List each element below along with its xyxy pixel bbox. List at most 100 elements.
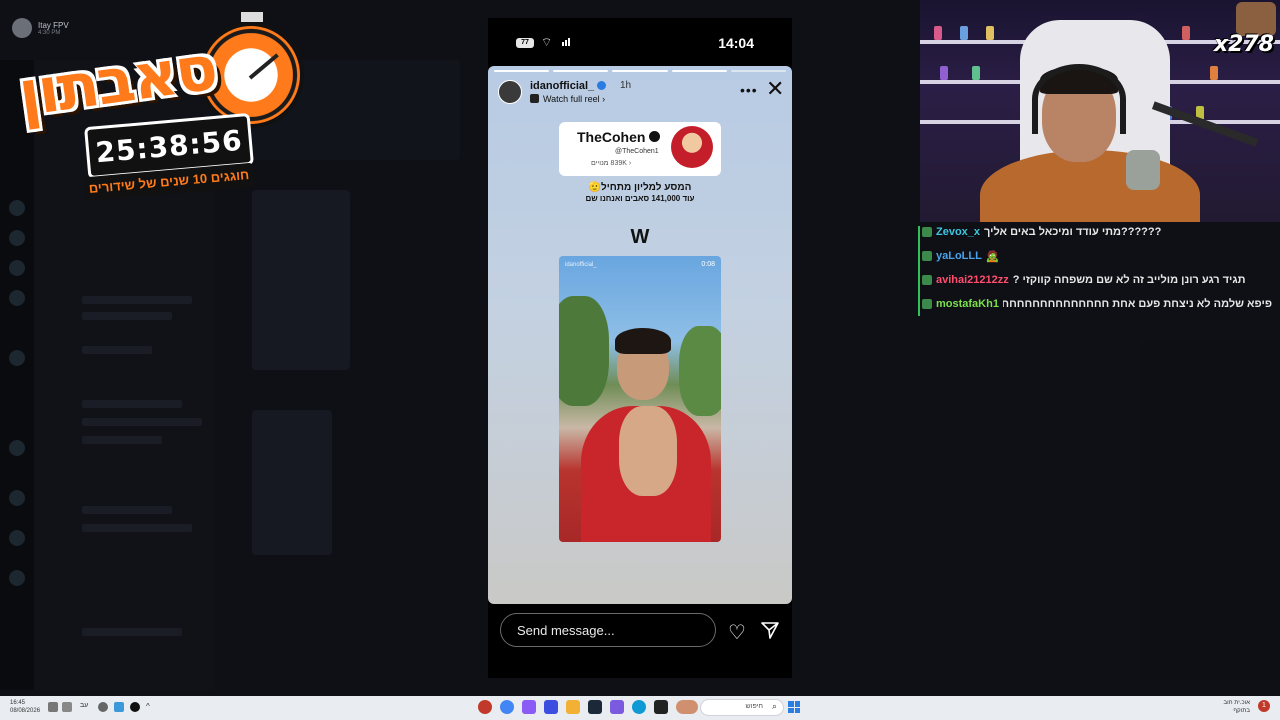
sub-counter: x278: [1213, 32, 1274, 57]
chat-username[interactable]: avihai21212zz: [936, 274, 1009, 286]
channel-name: TheCohen: [577, 129, 646, 145]
channel-item[interactable]: [82, 346, 152, 354]
chat-message: avihai21212zz תגיד רגע רונן מולייב זה לא…: [922, 270, 1272, 290]
chat-username[interactable]: Zevox_x: [936, 226, 980, 238]
taskbar-clock[interactable]: 16:45 08/08/2026: [10, 699, 40, 715]
verified-icon: [597, 81, 607, 90]
channel-item[interactable]: [82, 296, 192, 304]
server-icon[interactable]: [9, 230, 25, 246]
member-list: [1140, 340, 1280, 680]
signal-icon: [562, 38, 570, 46]
search-placeholder: חיפוש: [745, 703, 763, 710]
notification-badge[interactable]: 1: [1258, 700, 1270, 712]
chat-text: תגיד רגע רונן מולייב זה לא שם משפחה קווק…: [1012, 274, 1246, 286]
subscriber-count: ‹ 839K מנויים: [591, 160, 632, 167]
notification-text[interactable]: אוכ.ית חוב בתוקף: [1224, 699, 1251, 715]
story-caption-line1: המסע למליון מתחיל🫡: [588, 182, 692, 193]
edge-icon[interactable]: [632, 700, 646, 714]
app-icon[interactable]: [676, 700, 698, 714]
story-time: 1h: [620, 80, 632, 91]
watch-reel-link[interactable]: Watch full reel ›: [530, 94, 605, 104]
chat-username[interactable]: mostafaKh1: [936, 298, 999, 310]
heart-icon[interactable]: ♡: [728, 620, 746, 645]
server-icon[interactable]: [9, 530, 25, 546]
subathon-timer: 25:38:56: [94, 123, 244, 169]
chat-message: Zevox_x ??????מתי עודד ומיכאל באים אליך: [922, 222, 1272, 242]
app-icon[interactable]: [522, 700, 536, 714]
chevron-up-icon[interactable]: ^: [146, 702, 156, 712]
more-options-icon[interactable]: •••: [740, 82, 758, 98]
story-header: idanofficial_ 1h Watch full reel › ••• ✕: [498, 76, 786, 108]
chat-badge-icon: [922, 299, 932, 309]
reel-tree: [679, 326, 721, 416]
channel-avatar: [671, 126, 713, 168]
channel-item[interactable]: [82, 506, 172, 514]
app-icon[interactable]: [610, 700, 624, 714]
reel-duration: 0:08: [701, 261, 715, 268]
webcam-feed: x278: [920, 0, 1280, 222]
status-bar: 77 ⌔ 14:04: [488, 18, 792, 66]
phone-screen: 77 ⌔ 14:04 idanofficial_ 1h Watch full r…: [488, 18, 792, 678]
server-icon[interactable]: [9, 490, 25, 506]
youtube-channel-card[interactable]: TheCohen @TheCohen1 ‹ 839K מנויים: [559, 122, 721, 176]
stream-chat: Zevox_x ??????מתי עודד ומיכאל באים אליך …: [918, 224, 1280, 316]
chrome-icon[interactable]: [500, 700, 514, 714]
tray-icon[interactable]: [130, 702, 140, 712]
chat-message: yaLoLLL 🧟: [922, 246, 1272, 266]
app-icon[interactable]: [544, 700, 558, 714]
taskbar-search[interactable]: חיפוש ⌕: [700, 699, 784, 716]
verified-icon: [649, 131, 661, 142]
server-icon[interactable]: [9, 260, 25, 276]
send-message-input[interactable]: [501, 614, 715, 646]
microphone-icon: [1126, 150, 1160, 190]
app-icon[interactable]: [478, 700, 492, 714]
battery-icon: 77: [516, 38, 534, 48]
message-bar: [500, 613, 716, 647]
story-username[interactable]: idanofficial_: [530, 80, 594, 92]
app-icon[interactable]: [654, 700, 668, 714]
channel-item[interactable]: [82, 628, 182, 636]
story-avatar[interactable]: [498, 80, 522, 104]
wifi-icon: ⌔: [541, 35, 553, 49]
subathon-logo: סאבתון 25:38:56 חוגגים 10 שנים של שידורי…: [14, 10, 324, 205]
taskbar: 16:45 08/08/2026 עב ^ חיפוש ⌕ אוכ.ית חוב…: [0, 696, 1280, 720]
message-card: [252, 190, 350, 370]
channel-item[interactable]: [82, 436, 162, 444]
language-indicator[interactable]: עב: [80, 702, 88, 709]
tray-icon[interactable]: [114, 702, 124, 712]
instagram-story[interactable]: idanofficial_ 1h Watch full reel › ••• ✕…: [488, 66, 792, 604]
server-icon[interactable]: [9, 350, 25, 366]
search-icon: ⌕: [771, 701, 777, 711]
tray-icon[interactable]: [62, 702, 72, 712]
reel-icon: [530, 94, 539, 103]
server-icon[interactable]: [9, 570, 25, 586]
channel-item[interactable]: [82, 418, 202, 426]
emote-image: [1236, 2, 1276, 36]
folder-icon[interactable]: [566, 700, 580, 714]
send-icon[interactable]: [760, 620, 780, 640]
windows-start-icon[interactable]: [788, 701, 800, 713]
phone-clock: 14:04: [718, 35, 754, 51]
chat-text: פיפא שלמה לא ניצחת פעם אחת חחחחחחחחחחחחח…: [1002, 298, 1272, 310]
chat-username[interactable]: yaLoLLL: [936, 250, 982, 262]
mic-icon[interactable]: [98, 702, 108, 712]
channel-item[interactable]: [82, 312, 172, 320]
chat-badge-icon: [922, 275, 932, 285]
close-icon[interactable]: ✕: [766, 76, 784, 102]
reel-person-hair: [615, 328, 671, 354]
steam-icon[interactable]: [588, 700, 602, 714]
tray-icon[interactable]: [48, 702, 58, 712]
reel-tree: [559, 296, 609, 406]
embedded-reel[interactable]: idanofficial_ 0:08: [559, 256, 721, 542]
channel-item[interactable]: [82, 524, 192, 532]
headset-icon: [1032, 64, 1126, 134]
chat-message: mostafaKh1 פיפא שלמה לא ניצחת פעם אחת חח…: [922, 294, 1272, 314]
server-icon[interactable]: [9, 290, 25, 306]
server-icon[interactable]: [9, 440, 25, 456]
chat-badge-icon: [922, 251, 932, 261]
chat-text: 🧟: [985, 250, 1000, 263]
channel-handle: @TheCohen1: [615, 148, 659, 155]
chat-text: ??????מתי עודד ומיכאל באים אליך: [984, 226, 1162, 238]
channel-item[interactable]: [82, 400, 182, 408]
message-card: [252, 410, 332, 555]
